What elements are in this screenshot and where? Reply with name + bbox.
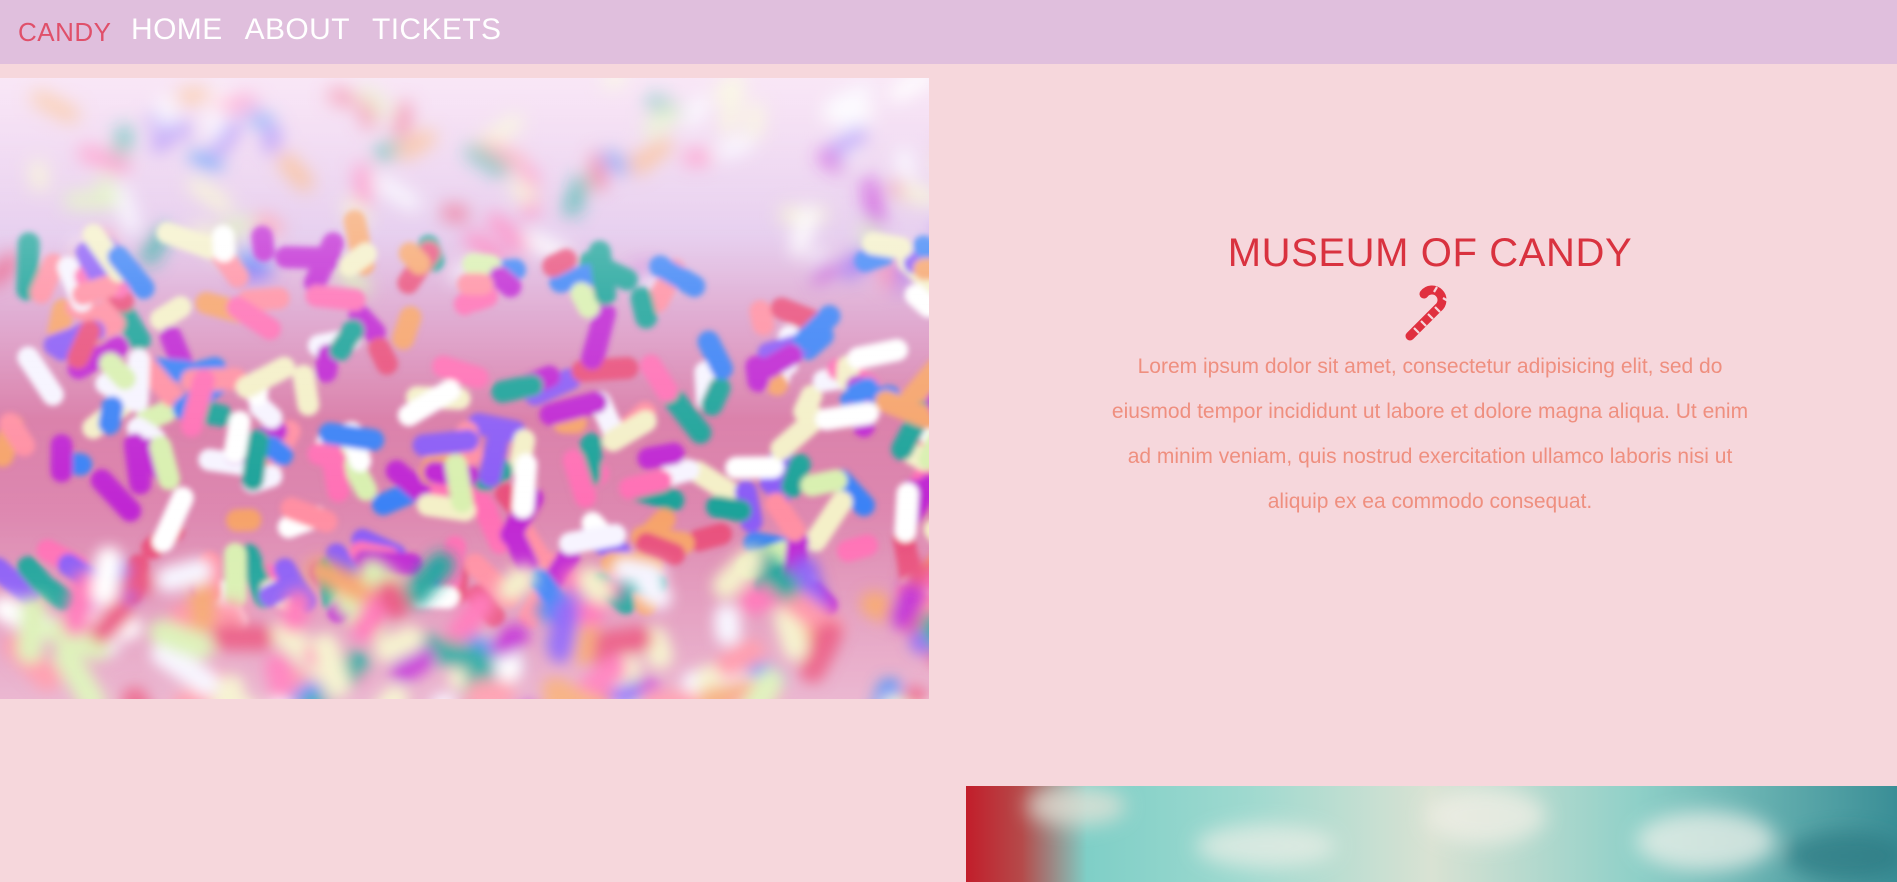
- candy-cane-icon: [1405, 285, 1449, 341]
- nav-links: HOME ABOUT TICKETS: [131, 13, 501, 47]
- hero-intro: MUSEUM OF CANDY Lorem ipsum dolor sit am…: [1100, 230, 1760, 524]
- hero-description: Lorem ipsum dolor sit amet, consectetur …: [1111, 355, 1749, 513]
- brand-logo-link[interactable]: CANDY: [18, 17, 112, 48]
- nav-link-tickets[interactable]: TICKETS: [372, 13, 501, 47]
- sprinkles-hero-image: [0, 78, 929, 699]
- top-navbar: CANDY HOME ABOUT TICKETS: [0, 0, 1897, 64]
- nav-link-about[interactable]: ABOUT: [245, 13, 350, 47]
- hero-title: MUSEUM OF CANDY: [1227, 231, 1633, 275]
- secondary-candy-image: [966, 786, 1897, 882]
- nav-link-home[interactable]: HOME: [131, 13, 223, 47]
- page-content: MUSEUM OF CANDY Lorem ipsum dolor sit am…: [0, 64, 1897, 882]
